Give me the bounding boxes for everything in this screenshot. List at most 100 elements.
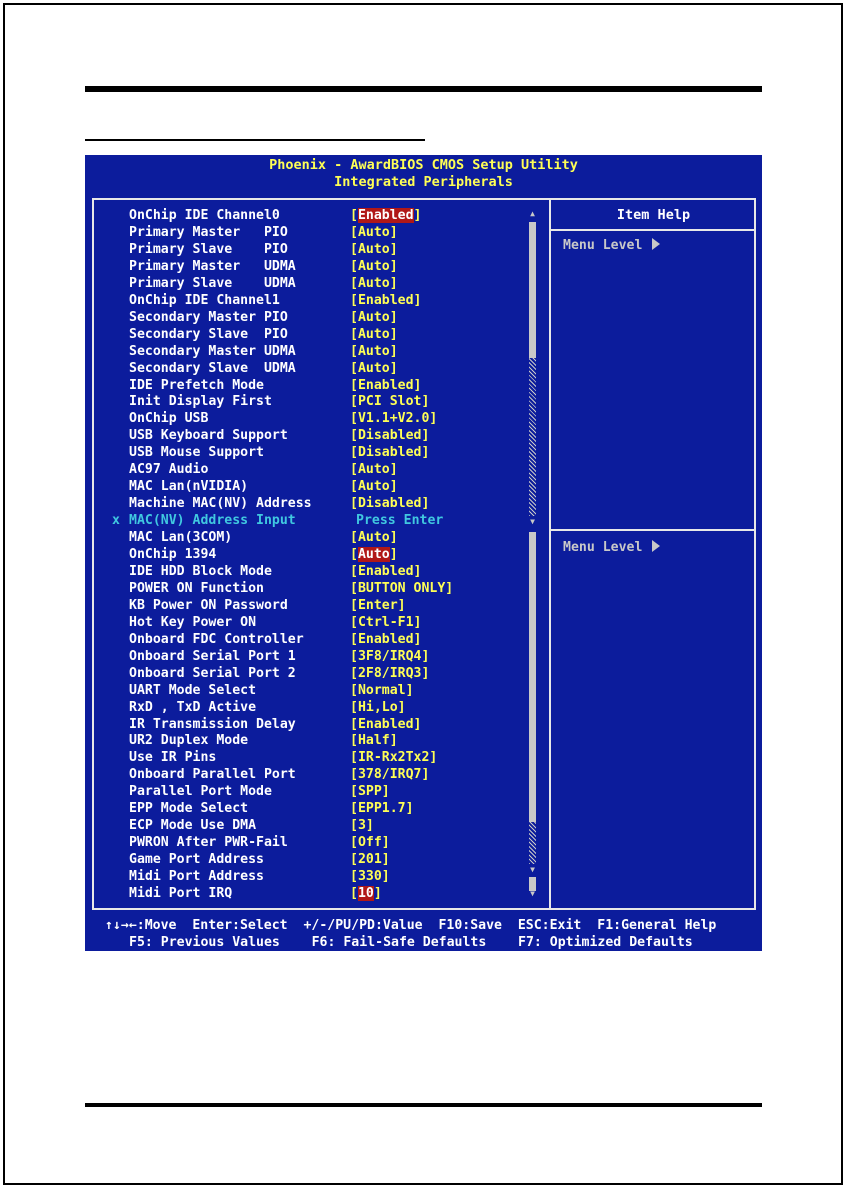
setting-row[interactable]: IDE Prefetch Mode [Enabled] <box>94 377 544 394</box>
setting-value[interactable]: [EPP1.7] <box>350 800 414 817</box>
setting-value[interactable]: [BUTTON ONLY] <box>350 580 453 597</box>
setting-value[interactable]: [Auto] <box>350 343 398 360</box>
setting-value[interactable]: [Enabled] <box>350 563 421 580</box>
setting-value[interactable]: [Auto] <box>350 275 398 292</box>
setting-label: Secondary Master UDMA <box>129 343 296 359</box>
setting-row[interactable]: RxD , TxD Active [Hi,Lo] <box>94 699 544 716</box>
setting-row[interactable]: Secondary Slave UDMA [Auto] <box>94 360 544 377</box>
setting-row[interactable]: Parallel Port Mode [SPP] <box>94 783 544 800</box>
value-text: Auto <box>357 479 390 495</box>
setting-row[interactable]: EPP Mode Select [EPP1.7] <box>94 800 544 817</box>
setting-value[interactable]: [2F8/IRQ3] <box>350 665 429 682</box>
setting-row[interactable]: Init Display First [PCI Slot] <box>94 393 544 410</box>
setting-value[interactable]: [Auto] <box>350 546 398 563</box>
setting-row[interactable]: KB Power ON Password [Enter] <box>94 597 544 614</box>
setting-row[interactable]: Onboard Serial Port 2 [2F8/IRQ3] <box>94 665 544 682</box>
setting-value[interactable]: [Enter] <box>350 597 406 614</box>
setting-value[interactable]: [Enabled] <box>350 207 421 224</box>
setting-row[interactable]: Onboard Serial Port 1 [3F8/IRQ4] <box>94 648 544 665</box>
item-help-title: Item Help <box>551 200 756 231</box>
setting-value[interactable]: [Enabled] <box>350 377 421 394</box>
setting-row[interactable]: AC97 Audio [Auto] <box>94 461 544 478</box>
setting-row[interactable]: Primary Slave PIO [Auto] <box>94 241 544 258</box>
setting-row[interactable]: OnChip IDE Channel1 [Enabled] <box>94 292 544 309</box>
setting-value[interactable]: [Enabled] <box>350 292 421 309</box>
setting-row[interactable]: USB Mouse Support [Disabled] <box>94 444 544 461</box>
setting-value[interactable]: [Half] <box>350 732 398 749</box>
setting-row[interactable]: Use IR Pins [IR-Rx2Tx2] <box>94 749 544 766</box>
setting-row[interactable]: Game Port Address [201] <box>94 851 544 868</box>
setting-row[interactable]: POWER ON Function [BUTTON ONLY] <box>94 580 544 597</box>
setting-row[interactable]: Midi Port Address [330] <box>94 868 544 885</box>
setting-value[interactable]: [378/IRQ7] <box>350 766 429 783</box>
setting-label: Onboard FDC Controller <box>129 631 304 647</box>
footer-rule <box>85 1103 762 1107</box>
setting-value[interactable]: [IR-Rx2Tx2] <box>350 749 437 766</box>
setting-value[interactable]: [10] <box>350 885 382 902</box>
setting-value[interactable]: [Auto] <box>350 309 398 326</box>
setting-value[interactable]: [Disabled] <box>350 427 429 444</box>
setting-label: EPP Mode Select <box>129 801 249 817</box>
setting-value[interactable]: [Disabled] <box>350 495 429 512</box>
setting-row[interactable]: OnChip 1394 [Auto] <box>94 546 544 563</box>
setting-row[interactable]: PWRON After PWR-Fail [Off] <box>94 834 544 851</box>
setting-row[interactable]: IDE HDD Block Mode [Enabled] <box>94 563 544 580</box>
setting-row[interactable]: MAC Lan(nVIDIA) [Auto] <box>94 478 544 495</box>
setting-value[interactable]: [Auto] <box>350 478 398 495</box>
setting-row[interactable]: OnChip USB [V1.1+V2.0] <box>94 410 544 427</box>
setting-row[interactable]: IR Transmission Delay [Enabled] <box>94 716 544 733</box>
setting-label: Onboard Serial Port 1 <box>129 648 296 664</box>
setting-label: MAC Lan(3COM) <box>129 530 233 546</box>
value-text: 330 <box>357 869 382 885</box>
setting-row[interactable]: Onboard FDC Controller [Enabled] <box>94 631 544 648</box>
setting-label: USB Mouse Support <box>129 445 264 461</box>
setting-row[interactable]: OnChip IDE Channel0 [Enabled] <box>94 207 544 224</box>
setting-value[interactable]: [PCI Slot] <box>350 393 429 410</box>
setting-row[interactable]: Secondary Slave PIO [Auto] <box>94 326 544 343</box>
setting-row[interactable]: Primary Master UDMA [Auto] <box>94 258 544 275</box>
setting-value[interactable]: [Auto] <box>350 529 398 546</box>
setting-value[interactable]: [3F8/IRQ4] <box>350 648 429 665</box>
setting-row[interactable]: ECP Mode Use DMA [3] <box>94 817 544 834</box>
value-text: Half <box>357 733 390 749</box>
setting-value[interactable]: [Ctrl-F1] <box>350 614 421 631</box>
setting-value[interactable]: [Auto] <box>350 360 398 377</box>
setting-row[interactable]: USB Keyboard Support [Disabled] <box>94 427 544 444</box>
selected-value: 10 <box>357 886 374 901</box>
setting-label: USB Keyboard Support <box>129 428 288 444</box>
setting-row[interactable]: MAC Lan(3COM) [Auto] <box>94 529 544 546</box>
setting-label: Primary Slave PIO <box>129 241 288 257</box>
setting-value[interactable]: [V1.1+V2.0] <box>350 410 437 427</box>
setting-value[interactable]: [Auto] <box>350 224 398 241</box>
bios-screen: Phoenix - AwardBIOS CMOS Setup Utility I… <box>85 155 762 951</box>
setting-value[interactable]: [3] <box>350 817 374 834</box>
setting-value[interactable]: [Auto] <box>350 241 398 258</box>
selected-value: Auto <box>357 547 390 562</box>
value-text: Enter <box>357 597 398 613</box>
setting-value[interactable]: [Auto] <box>350 461 398 478</box>
setting-row[interactable]: Machine MAC(NV) Address [Disabled] <box>94 495 544 512</box>
setting-value[interactable]: [Enabled] <box>350 631 421 648</box>
setting-row[interactable]: Hot Key Power ON [Ctrl-F1] <box>94 614 544 631</box>
setting-value[interactable]: [Normal] <box>350 682 414 699</box>
setting-row[interactable]: Secondary Master PIO [Auto] <box>94 309 544 326</box>
setting-value[interactable]: [330] <box>350 868 390 885</box>
setting-value[interactable]: [SPP] <box>350 783 390 800</box>
setting-row[interactable]: Primary Slave UDMA [Auto] <box>94 275 544 292</box>
setting-row[interactable]: UART Mode Select [Normal] <box>94 682 544 699</box>
setting-value[interactable]: [Disabled] <box>350 444 429 461</box>
setting-value[interactable]: [201] <box>350 851 390 868</box>
setting-label: KB Power ON Password <box>129 597 288 613</box>
setting-row[interactable]: Primary Master PIO [Auto] <box>94 224 544 241</box>
setting-value[interactable]: [Off] <box>350 834 390 851</box>
setting-row[interactable]: Secondary Master UDMA [Auto] <box>94 343 544 360</box>
setting-value[interactable]: [Enabled] <box>350 716 421 733</box>
setting-row[interactable]: Midi Port IRQ [10] <box>94 885 544 902</box>
setting-row[interactable]: Onboard Parallel Port [378/IRQ7] <box>94 766 544 783</box>
setting-value[interactable]: [Hi,Lo] <box>350 699 406 716</box>
setting-value[interactable]: [Auto] <box>350 258 398 275</box>
setting-row[interactable]: UR2 Duplex Mode [Half] <box>94 732 544 749</box>
setting-label: Midi Port IRQ <box>129 886 233 901</box>
setting-value[interactable]: [Auto] <box>350 326 398 343</box>
bios-title-bar: Phoenix - AwardBIOS CMOS Setup Utility I… <box>85 155 762 195</box>
